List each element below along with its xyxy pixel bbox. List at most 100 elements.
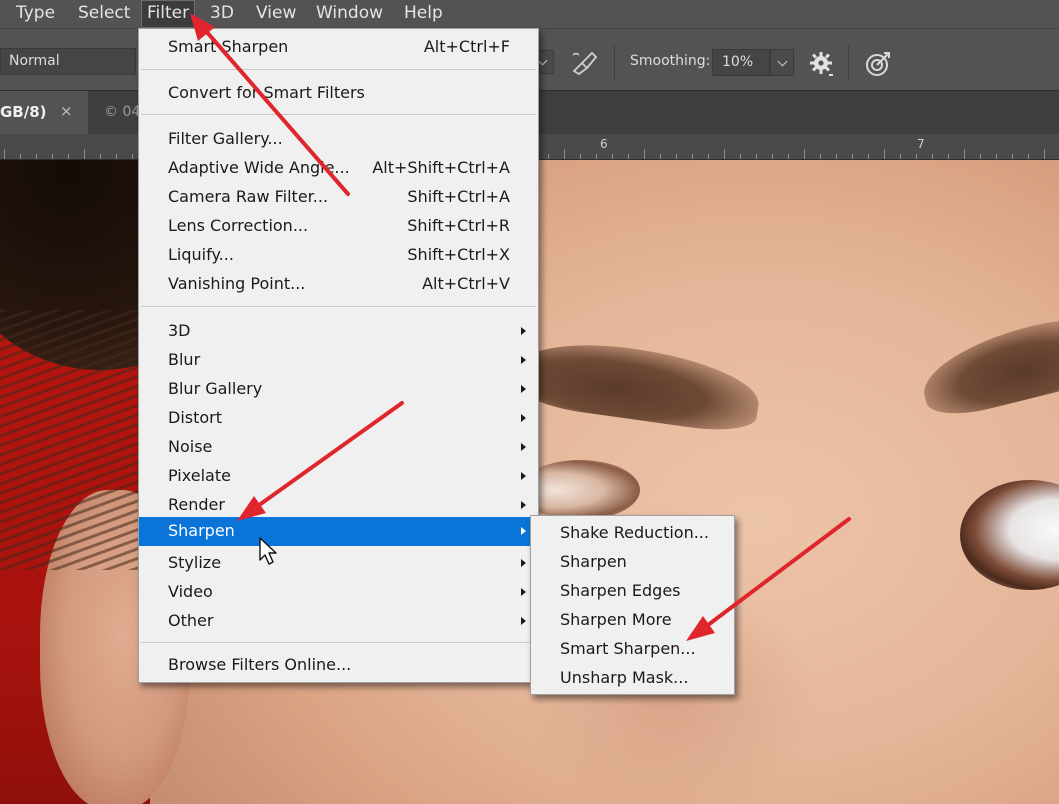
menu-item-shortcut: Shift+Ctrl+A bbox=[407, 187, 510, 206]
menu-item-label: Sharpen bbox=[168, 521, 235, 540]
ruler-tick bbox=[36, 154, 37, 159]
menu-item-label: Distort bbox=[168, 408, 223, 427]
menu-item-filter-gallery[interactable]: Filter Gallery... bbox=[139, 125, 538, 154]
submenu-item-unsharp-mask[interactable]: Unsharp Mask... bbox=[531, 664, 734, 693]
ruler-tick bbox=[964, 149, 965, 159]
menu-help[interactable]: Help bbox=[404, 0, 443, 28]
menu-item-label: Browse Filters Online... bbox=[168, 655, 352, 674]
submenu-arrow-icon bbox=[521, 559, 526, 567]
menu-select[interactable]: Select bbox=[78, 0, 130, 28]
menu-item-lens-correction[interactable]: Lens Correction... Shift+Ctrl+R bbox=[139, 212, 538, 241]
menu-item-label: Smart Sharpen bbox=[168, 37, 289, 56]
menu-item-browse-filters-online[interactable]: Browse Filters Online... bbox=[139, 651, 538, 680]
ruler-tick bbox=[1028, 154, 1029, 159]
menu-item-blur-gallery[interactable]: Blur Gallery bbox=[139, 375, 538, 404]
menu-3d[interactable]: 3D bbox=[210, 0, 234, 28]
menu-item-blur[interactable]: Blur bbox=[139, 346, 538, 375]
menu-item-noise[interactable]: Noise bbox=[139, 433, 538, 462]
ruler-tick bbox=[644, 149, 645, 159]
menu-item-label: Pixelate bbox=[168, 466, 231, 485]
ruler-tick bbox=[4, 149, 5, 159]
ruler-tick bbox=[868, 154, 869, 159]
document-tab-2[interactable]: © 04 bbox=[104, 104, 140, 120]
menu-item-adaptive-wide-angle[interactable]: Adaptive Wide Angle... Alt+Shift+Ctrl+A bbox=[139, 154, 538, 183]
ruler-tick bbox=[692, 154, 693, 159]
ruler-tick bbox=[116, 154, 117, 159]
submenu-arrow-icon bbox=[521, 588, 526, 596]
ruler-tick bbox=[1012, 154, 1013, 159]
ruler-label: 7 bbox=[917, 137, 925, 151]
submenu-arrow-icon bbox=[521, 385, 526, 393]
menu-item-label: Stylize bbox=[168, 553, 222, 572]
menu-item-shortcut: Alt+Shift+Ctrl+A bbox=[372, 158, 510, 177]
ruler-tick bbox=[132, 154, 133, 159]
ruler-tick bbox=[900, 154, 901, 159]
ruler-tick bbox=[100, 154, 101, 159]
close-icon[interactable]: × bbox=[60, 102, 73, 120]
menu-item-label: Render bbox=[168, 495, 225, 514]
menu-divider bbox=[141, 69, 536, 70]
menu-divider bbox=[141, 642, 536, 643]
menu-item-smart-sharpen-last[interactable]: Smart Sharpen Alt+Ctrl+F bbox=[139, 33, 538, 62]
menu-item-render[interactable]: Render bbox=[139, 491, 538, 520]
menu-item-stylize[interactable]: Stylize bbox=[139, 549, 538, 578]
menu-item-label: Blur Gallery bbox=[168, 379, 263, 398]
submenu-item-sharpen-edges[interactable]: Sharpen Edges bbox=[531, 577, 734, 606]
submenu-arrow-icon bbox=[521, 327, 526, 335]
gear-icon[interactable] bbox=[809, 51, 835, 77]
menu-item-label: 3D bbox=[168, 321, 191, 340]
menu-item-sharpen[interactable]: Sharpen bbox=[139, 517, 538, 546]
menu-item-3d[interactable]: 3D bbox=[139, 317, 538, 346]
ruler-label: 6 bbox=[600, 137, 608, 151]
menu-type[interactable]: Type bbox=[16, 0, 55, 28]
menu-item-camera-raw-filter[interactable]: Camera Raw Filter... Shift+Ctrl+A bbox=[139, 183, 538, 212]
photo-eyebrow-right bbox=[914, 306, 1059, 424]
ruler-tick bbox=[772, 154, 773, 159]
menu-item-distort[interactable]: Distort bbox=[139, 404, 538, 433]
menu-window[interactable]: Window bbox=[316, 0, 383, 28]
submenu-arrow-icon bbox=[521, 617, 526, 625]
smoothing-input[interactable]: 10% bbox=[712, 49, 770, 76]
submenu-arrow-icon bbox=[521, 501, 526, 509]
submenu-item-shake-reduction[interactable]: Shake Reduction... bbox=[531, 519, 734, 548]
menu-item-convert-smart-filters[interactable]: Convert for Smart Filters bbox=[139, 79, 538, 108]
smoothing-dropdown[interactable] bbox=[770, 49, 794, 76]
document-tab-label: GB/8) bbox=[0, 103, 47, 121]
ruler-tick bbox=[820, 154, 821, 159]
ruler-tick bbox=[596, 154, 597, 159]
toolbar-divider bbox=[614, 45, 615, 79]
ruler-tick bbox=[804, 149, 805, 159]
document-tab-active[interactable]: GB/8) × bbox=[0, 91, 88, 135]
menu-item-label: Camera Raw Filter... bbox=[168, 187, 329, 206]
menu-filter[interactable]: Filter bbox=[141, 0, 196, 28]
submenu-arrow-icon bbox=[521, 356, 526, 364]
submenu-item-smart-sharpen[interactable]: Smart Sharpen... bbox=[531, 635, 734, 664]
ruler-tick bbox=[884, 149, 885, 159]
submenu-item-sharpen-more[interactable]: Sharpen More bbox=[531, 606, 734, 635]
ruler-tick bbox=[948, 154, 949, 159]
menu-item-pixelate[interactable]: Pixelate bbox=[139, 462, 538, 491]
ruler-tick bbox=[756, 154, 757, 159]
airbrush-icon[interactable] bbox=[570, 49, 600, 75]
ruler-tick bbox=[708, 154, 709, 159]
ruler-tick bbox=[52, 154, 53, 159]
ruler-tick bbox=[740, 154, 741, 159]
ruler-tick bbox=[916, 154, 917, 159]
menu-item-label: Video bbox=[168, 582, 213, 601]
blend-mode-select[interactable]: Normal bbox=[0, 48, 136, 75]
menu-item-shortcut: Shift+Ctrl+R bbox=[407, 216, 510, 235]
submenu-item-sharpen[interactable]: Sharpen bbox=[531, 548, 734, 577]
ruler-tick bbox=[996, 154, 997, 159]
symmetry-icon[interactable] bbox=[864, 50, 892, 78]
menu-item-video[interactable]: Video bbox=[139, 578, 538, 607]
photo-hair-strands bbox=[0, 310, 150, 570]
menu-view[interactable]: View bbox=[256, 0, 296, 28]
chevron-down-icon bbox=[777, 56, 788, 67]
menu-item-other[interactable]: Other bbox=[139, 607, 538, 636]
menu-item-liquify[interactable]: Liquify... Shift+Ctrl+X bbox=[139, 241, 538, 270]
menu-item-vanishing-point[interactable]: Vanishing Point... Alt+Ctrl+V bbox=[139, 270, 538, 299]
ruler-tick bbox=[580, 154, 581, 159]
menu-item-label: Adaptive Wide Angle... bbox=[168, 158, 350, 177]
menu-item-label: Other bbox=[168, 611, 214, 630]
menu-item-label: Vanishing Point... bbox=[168, 274, 306, 293]
